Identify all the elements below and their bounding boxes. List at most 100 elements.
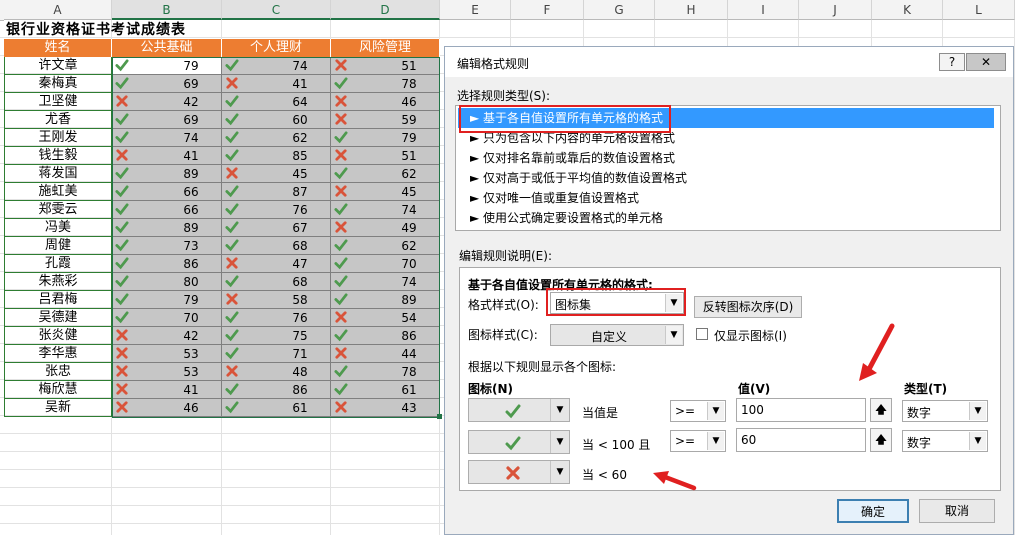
student-name-cell[interactable]: 尤香 (4, 111, 112, 129)
score-cell[interactable]: 66 (112, 183, 222, 201)
score-cell[interactable]: 85 (222, 147, 331, 165)
student-name-cell[interactable]: 朱燕彩 (4, 273, 112, 291)
score-cell[interactable]: 51 (331, 147, 440, 165)
score-cell[interactable]: 42 (112, 327, 222, 345)
score-cell[interactable]: 62 (222, 129, 331, 147)
rule-2-type-select[interactable]: 数字 ▼ (902, 430, 988, 452)
score-cell[interactable]: 80 (112, 273, 222, 291)
score-cell[interactable]: 61 (222, 399, 331, 417)
column-header-a[interactable]: A (4, 0, 112, 20)
student-name-cell[interactable]: 李华惠 (4, 345, 112, 363)
score-cell[interactable]: 86 (331, 327, 440, 345)
student-name-cell[interactable]: 吕君梅 (4, 291, 112, 309)
rule-type-item[interactable]: ► 只为包含以下内容的单元格设置格式 (458, 128, 994, 148)
score-cell[interactable]: 46 (331, 93, 440, 111)
column-header-k[interactable]: K (872, 0, 943, 20)
student-name-cell[interactable]: 吴新 (4, 399, 112, 417)
student-name-cell[interactable]: 秦梅真 (4, 75, 112, 93)
score-cell[interactable]: 69 (112, 75, 222, 93)
column-header-d[interactable]: D (331, 0, 440, 20)
score-cell[interactable]: 45 (222, 165, 331, 183)
column-header-j[interactable]: J (799, 0, 872, 20)
student-name-cell[interactable]: 孔霞 (4, 255, 112, 273)
score-cell[interactable]: 89 (112, 165, 222, 183)
score-cell[interactable]: 44 (331, 345, 440, 363)
student-name-cell[interactable]: 冯美 (4, 219, 112, 237)
student-name-cell[interactable]: 钱生毅 (4, 147, 112, 165)
score-cell[interactable]: 89 (331, 291, 440, 309)
score-cell[interactable]: 67 (222, 219, 331, 237)
score-cell[interactable]: 76 (222, 309, 331, 327)
score-cell[interactable]: 64 (222, 93, 331, 111)
ok-button[interactable]: 确定 (837, 499, 909, 523)
rule-2-value-input[interactable]: 60 (736, 428, 866, 452)
rule-2-collapse-button[interactable]: 🡅 (870, 428, 892, 452)
score-cell[interactable]: 49 (331, 219, 440, 237)
score-cell[interactable]: 41 (112, 147, 222, 165)
score-cell[interactable]: 42 (112, 93, 222, 111)
cancel-button[interactable]: 取消 (919, 499, 995, 523)
score-cell[interactable]: 68 (222, 237, 331, 255)
score-cell[interactable]: 87 (222, 183, 331, 201)
score-cell[interactable]: 71 (222, 345, 331, 363)
score-cell[interactable]: 89 (112, 219, 222, 237)
column-header-h[interactable]: H (655, 0, 728, 20)
dialog-titlebar[interactable]: 编辑格式规则 ? ✕ (445, 47, 1013, 77)
student-name-cell[interactable]: 蒋发国 (4, 165, 112, 183)
column-header-c[interactable]: C (222, 0, 331, 20)
score-cell[interactable]: 74 (222, 57, 331, 75)
column-header-l[interactable]: L (943, 0, 1015, 20)
score-cell[interactable]: 62 (331, 237, 440, 255)
score-cell[interactable]: 74 (331, 273, 440, 291)
column-header-i[interactable]: I (728, 0, 799, 20)
icon-3-select[interactable]: ▼ (468, 460, 570, 484)
score-cell[interactable]: 54 (331, 309, 440, 327)
score-cell[interactable]: 79 (331, 129, 440, 147)
rule-2-operator-select[interactable]: >= ▼ (670, 430, 726, 452)
sheet-title[interactable]: 银行业资格证书考试成绩表 (6, 21, 186, 39)
score-cell[interactable]: 41 (112, 381, 222, 399)
header-name[interactable]: 姓名 (4, 39, 112, 57)
student-name-cell[interactable]: 郑雯云 (4, 201, 112, 219)
student-name-cell[interactable]: 施虹美 (4, 183, 112, 201)
column-header-g[interactable]: G (584, 0, 655, 20)
header-risk[interactable]: 风险管理 (331, 39, 440, 57)
student-name-cell[interactable]: 吴德建 (4, 309, 112, 327)
score-cell[interactable]: 51 (331, 57, 440, 75)
close-button[interactable]: ✕ (966, 53, 1006, 71)
score-cell[interactable]: 45 (331, 183, 440, 201)
score-cell[interactable]: 43 (331, 399, 440, 417)
score-cell[interactable]: 78 (331, 363, 440, 381)
icon-1-select[interactable]: ▼ (468, 398, 570, 422)
icon-2-select[interactable]: ▼ (468, 430, 570, 454)
score-cell[interactable]: 73 (112, 237, 222, 255)
score-cell[interactable]: 41 (222, 75, 331, 93)
rule-type-item[interactable]: ► 仅对排名靠前或靠后的数值设置格式 (458, 148, 994, 168)
score-cell[interactable]: 53 (112, 363, 222, 381)
score-cell[interactable]: 86 (222, 381, 331, 399)
student-name-cell[interactable]: 张炎健 (4, 327, 112, 345)
score-cell[interactable]: 61 (331, 381, 440, 399)
rule-1-value-input[interactable]: 100 (736, 398, 866, 422)
column-header-f[interactable]: F (511, 0, 584, 20)
score-cell[interactable]: 68 (222, 273, 331, 291)
score-cell[interactable]: 53 (112, 345, 222, 363)
student-name-cell[interactable]: 周健 (4, 237, 112, 255)
reverse-icon-order-button[interactable]: 反转图标次序(D) (694, 296, 802, 318)
score-cell[interactable]: 86 (112, 255, 222, 273)
score-cell[interactable]: 79 (112, 291, 222, 309)
column-header-b[interactable]: B (112, 0, 222, 20)
rule-1-type-select[interactable]: 数字 ▼ (902, 400, 988, 422)
score-cell[interactable]: 48 (222, 363, 331, 381)
score-cell[interactable]: 76 (222, 201, 331, 219)
rule-type-list[interactable]: ► 基于各自值设置所有单元格的格式 ► 只为包含以下内容的单元格设置格式 ► 仅… (455, 105, 1001, 231)
score-cell[interactable]: 78 (331, 75, 440, 93)
score-cell[interactable]: 69 (112, 111, 222, 129)
score-cell[interactable]: 46 (112, 399, 222, 417)
rule-1-collapse-button[interactable]: 🡅 (870, 398, 892, 422)
rule-type-item[interactable]: ► 基于各自值设置所有单元格的格式 (458, 108, 994, 128)
header-finance[interactable]: 个人理财 (222, 39, 331, 57)
score-cell[interactable]: 75 (222, 327, 331, 345)
help-button[interactable]: ? (939, 53, 965, 71)
format-style-select[interactable]: 图标集 ▼ (550, 292, 684, 314)
